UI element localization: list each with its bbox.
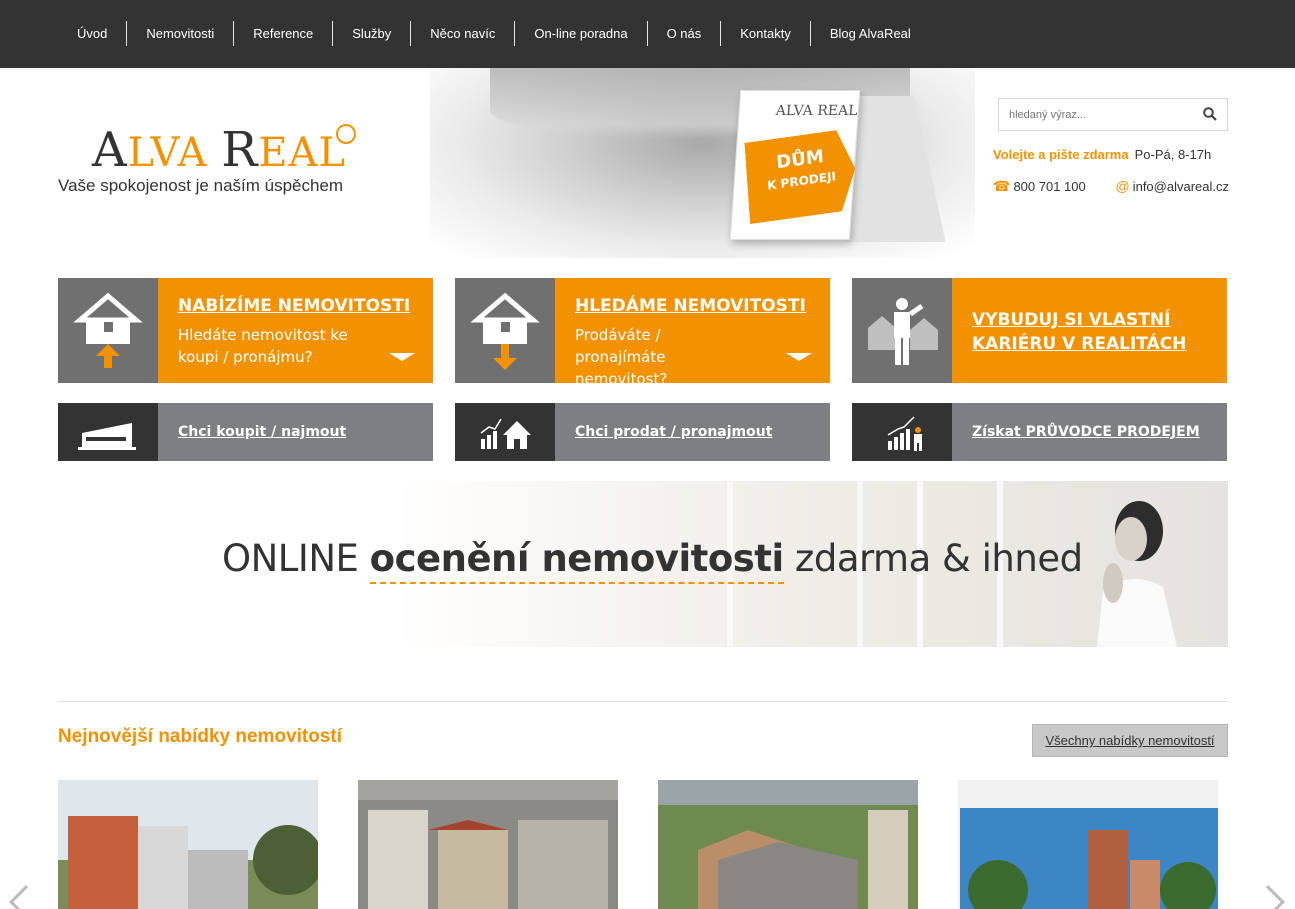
tile-description: Prodáváte / pronajímáte nemovitost?	[575, 326, 668, 388]
tile-title[interactable]: NABÍZÍME NEMOVITOSTI	[178, 296, 413, 316]
small-tile-guide[interactable]: Získat PRŮVODCE PRODEJEM	[852, 403, 1227, 461]
chevron-down-icon[interactable]	[389, 353, 415, 361]
email-address: info@alvareal.cz	[1132, 179, 1229, 194]
woman-photo	[1097, 501, 1177, 647]
sign-logo: ALVA REAL	[775, 103, 858, 119]
tile-title[interactable]: VYBUDUJ SI VLASTNÍ KARIÉRU V REALITÁCH	[972, 308, 1207, 356]
nav-item-reference[interactable]: Reference	[234, 21, 334, 46]
small-tile-label: Chci prodat / pronajmout	[555, 403, 830, 461]
nav-item-online-poradna[interactable]: On-line poradna	[515, 21, 648, 46]
banner-pre: ONLINE	[222, 537, 370, 580]
all-listings-button[interactable]: Všechny nabídky nemovitostí	[1032, 724, 1228, 757]
building-icon	[58, 403, 158, 461]
carousel-prev-icon[interactable]	[9, 885, 43, 909]
call-label: Volejte a pište zdarma	[993, 147, 1129, 162]
small-tile-buy[interactable]: Chci koupit / najmout	[58, 403, 433, 461]
phone-contact[interactable]: ☎ 800 701 100	[993, 178, 1086, 195]
banner-bold: ocenění nemovitosti	[369, 537, 784, 584]
site-logo[interactable]: ALVA REAL	[92, 122, 346, 178]
tile-seek-properties[interactable]: HLEDÁME NEMOVITOSTI Prodáváte / pronajím…	[455, 278, 830, 388]
nav-item-sluzby[interactable]: Služby	[333, 21, 412, 46]
listing-card[interactable]	[658, 780, 918, 909]
nav-item-uvod[interactable]: Úvod	[58, 21, 128, 46]
listing-photo	[58, 780, 318, 909]
growth-person-icon	[852, 403, 952, 461]
tile-body: NABÍZÍME NEMOVITOSTI Hledáte nemovitost …	[158, 278, 433, 383]
top-navigation: Úvod Nemovitosti Reference Služby Něco n…	[0, 0, 1295, 68]
phone-icon: ☎	[993, 178, 1011, 194]
tile-career[interactable]: VYBUDUJ SI VLASTNÍ KARIÉRU V REALITÁCH	[852, 278, 1227, 383]
tile-body: HLEDÁME NEMOVITOSTI Prodáváte / pronajím…	[555, 278, 830, 388]
free-call-info: Volejte a pište zdarma Po-Pá, 8-17h	[993, 147, 1211, 162]
header-photo: ALVA REAL DŮM K PRODEJI	[430, 68, 975, 258]
search-icon[interactable]	[1203, 107, 1217, 121]
at-icon: @	[1115, 178, 1130, 194]
banner-post: zdarma & ihned	[783, 537, 1083, 580]
banner-headline[interactable]: ONLINE ocenění nemovitosti zdarma & ihne…	[222, 537, 1083, 584]
logo-seal-icon	[336, 124, 356, 144]
tile-body: VYBUDUJ SI VLASTNÍ KARIÉRU V REALITÁCH	[952, 278, 1227, 383]
chevron-down-icon[interactable]	[786, 353, 812, 361]
phone-number: 800 701 100	[1013, 179, 1086, 194]
tile-description: Hledáte nemovitost ke koupi / pronájmu?	[178, 326, 348, 366]
section-divider	[58, 701, 1228, 702]
house-up-arrow-icon	[58, 278, 158, 383]
for-sale-sign: ALVA REAL DŮM K PRODEJI	[729, 90, 861, 240]
search-input[interactable]	[999, 99, 1189, 130]
logo-letter-r: R	[221, 122, 259, 178]
tile-offer-properties[interactable]: NABÍZÍME NEMOVITOSTI Hledáte nemovitost …	[58, 278, 433, 383]
call-hours: Po-Pá, 8-17h	[1134, 147, 1212, 162]
contact-row: ☎ 800 701 100 @ info@alvareal.cz	[993, 178, 1229, 195]
site-tagline: Vaše spokojenost je naším úspěchem	[58, 176, 344, 195]
nav-menu: Úvod Nemovitosti Reference Služby Něco n…	[58, 21, 930, 46]
listing-card[interactable]	[358, 780, 618, 909]
nav-item-o-nas[interactable]: O nás	[648, 21, 722, 46]
agent-houses-icon	[852, 278, 952, 383]
listing-photo	[358, 780, 618, 909]
email-contact[interactable]: @ info@alvareal.cz	[1115, 178, 1229, 195]
tile-title[interactable]: HLEDÁME NEMOVITOSTI	[575, 296, 810, 316]
logo-text-lva: LVA	[127, 130, 222, 176]
listing-photo	[958, 780, 1218, 909]
nav-item-neco-navic[interactable]: Něco navíc	[411, 21, 516, 46]
small-tile-label: Chci koupit / najmout	[158, 403, 433, 461]
nav-item-blog[interactable]: Blog AlvaReal	[811, 21, 930, 46]
sign-orange-arrow: DŮM K PRODEJI	[744, 128, 858, 224]
listing-card[interactable]	[958, 780, 1218, 909]
search-box	[998, 98, 1228, 131]
small-tile-label: Získat PRŮVODCE PRODEJEM	[952, 403, 1227, 461]
latest-listings-title: Nejnovější nabídky nemovitostí	[58, 726, 343, 747]
carousel-next-icon[interactable]	[1251, 885, 1285, 909]
logo-text-eal: EAL	[258, 130, 347, 176]
nav-item-kontakty[interactable]: Kontakty	[721, 21, 811, 46]
small-tile-sell[interactable]: Chci prodat / pronajmout	[455, 403, 830, 461]
house-down-arrow-icon	[455, 278, 555, 383]
logo-letter-a: A	[92, 122, 128, 178]
nav-item-nemovitosti[interactable]: Nemovitosti	[127, 21, 235, 46]
site-header: ALVA REAL DŮM K PRODEJI ALVA REAL Vaše s…	[0, 68, 1295, 258]
listing-photo	[658, 780, 918, 909]
growth-house-icon	[455, 403, 555, 461]
listing-card[interactable]	[58, 780, 318, 909]
